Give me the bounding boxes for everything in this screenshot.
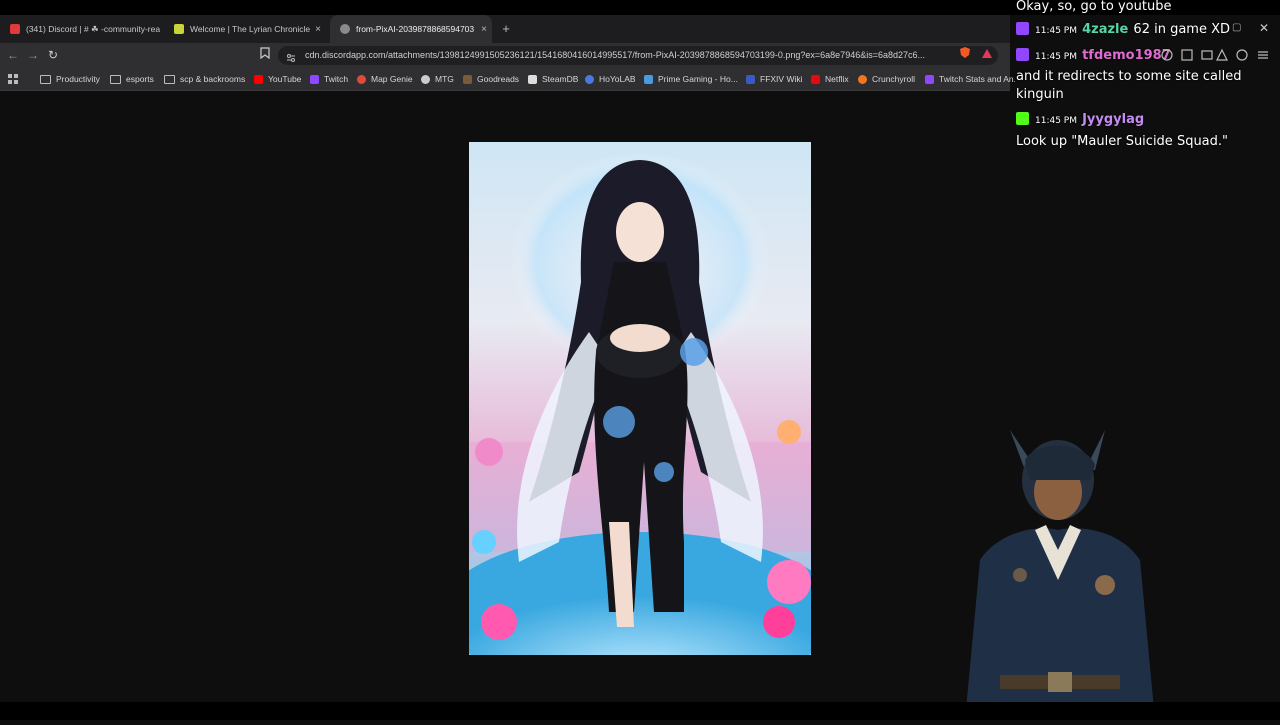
apps-grid-icon[interactable]: [8, 68, 19, 90]
chat-message: 11:45 PM tfdemo1987: [1016, 44, 1171, 63]
mtg-icon: [421, 74, 430, 84]
twitch-stats-icon: [925, 74, 934, 84]
tab-title: Welcome | The Lyrian Chronicle: [190, 24, 310, 34]
stream-chat-overlay: Okay, so, go to youtube 11:45 PM 4zazle …: [1010, 0, 1280, 160]
bookmark-label: Crunchyroll: [872, 74, 915, 84]
bookmark-steamdb[interactable]: SteamDB: [528, 68, 578, 90]
tab-pixai-image[interactable]: from-PixAI-2039878868594703 ×: [330, 15, 492, 43]
bookmark-label: Netflix: [825, 74, 849, 84]
bookmark-goodreads[interactable]: Goodreads: [463, 68, 519, 90]
twitch-icon: [1016, 22, 1029, 35]
chat-timestamp: 11:45 PM: [1035, 116, 1077, 126]
twitch-icon: [1016, 48, 1029, 61]
map-genie-icon: [357, 74, 366, 84]
tab-close-icon[interactable]: ×: [476, 24, 492, 35]
tab-lyrian-chronicle[interactable]: Welcome | The Lyrian Chronicle ×: [164, 15, 326, 43]
tab-title: from-PixAI-2039878868594703: [356, 24, 475, 34]
new-tab-button[interactable]: +: [498, 15, 514, 43]
steamdb-icon: [528, 74, 537, 84]
brave-rewards-icon[interactable]: [978, 46, 996, 64]
close-icon[interactable]: ✕: [1259, 21, 1269, 35]
tab-discord[interactable]: (341) Discord | # ☘ -community-rea: [0, 15, 160, 43]
bookmark-label: Twitch: [324, 74, 349, 84]
chat-message: 11:45 PM Jyygylag: [1016, 108, 1144, 127]
bookmark-folder-productivity[interactable]: Productivity: [40, 68, 100, 90]
chat-message-text: and it redirects to some site called kin…: [1016, 69, 1242, 102]
bookmark-ffxiv-wiki[interactable]: FFXIV Wiki: [746, 68, 803, 90]
bookmark-folder-esports[interactable]: esports: [110, 68, 154, 90]
chat-message: 11:45 PM 4zazle 62 in game XD: [1016, 18, 1230, 37]
ffxiv-icon: [746, 74, 755, 84]
chat-timestamp: 11:45 PM: [1035, 26, 1077, 36]
crunchyroll-icon: [858, 74, 867, 84]
bookmark-label: Twitch Stats and An...: [939, 74, 1015, 84]
chat-message-text: Look up "Mauler Suicide Squad.": [1016, 134, 1229, 149]
chat-username: 4zazle: [1082, 22, 1129, 37]
bookmark-label: Goodreads: [477, 74, 520, 84]
youtube-icon: [254, 74, 263, 84]
bookmarks-bar: Productivity esports scp & backrooms You…: [0, 68, 1015, 91]
prime-gaming-icon: [644, 74, 653, 84]
kick-icon: [1016, 112, 1029, 125]
chat-partial-message: Okay, so, go to youtube: [1016, 0, 1171, 14]
chat-timestamp: 11:45 PM: [1035, 52, 1077, 62]
lyrian-favicon-icon: [174, 24, 184, 34]
streamer-vtuber-avatar: [940, 420, 1180, 720]
url-text: cdn.discordapp.com/attachments/139812499…: [305, 50, 926, 60]
site-info-icon[interactable]: [286, 50, 296, 68]
bookmark-youtube[interactable]: YouTube: [254, 68, 301, 90]
anime-artwork-image[interactable]: [469, 142, 811, 655]
bookmark-prime-gaming[interactable]: Prime Gaming - Ho...: [644, 68, 738, 90]
chat-message-body: Look up "Mauler Suicide Squad.": [1016, 130, 1228, 149]
bookmark-label: YouTube: [268, 74, 302, 84]
bookmark-icon[interactable]: [256, 46, 274, 64]
bookmark-crunchyroll[interactable]: Crunchyroll: [858, 68, 915, 90]
bookmark-label: SteamDB: [542, 74, 579, 84]
tab-close-icon[interactable]: ×: [310, 24, 326, 35]
reload-button[interactable]: ↻: [44, 46, 62, 64]
forward-button[interactable]: →: [24, 46, 42, 64]
bookmark-label: Map Genie: [371, 74, 413, 84]
bookmark-label: HoYoLAB: [599, 74, 636, 84]
bookmark-folder-scp[interactable]: scp & backrooms: [164, 68, 245, 90]
address-bar[interactable]: cdn.discordapp.com/attachments/139812499…: [278, 46, 998, 65]
bottom-black-strip: [0, 702, 1280, 720]
browser-toolbar: ← → ↻ cdn.discordapp.com/attachments/139…: [0, 43, 1010, 68]
chat-message-text: Okay, so, go to youtube: [1016, 0, 1172, 14]
bookmark-map-genie[interactable]: Map Genie: [357, 68, 413, 90]
bookmark-label: esports: [126, 74, 154, 84]
browser-extension-icons: [1160, 48, 1270, 62]
tab-title: (341) Discord | # ☘ -community-rea: [26, 23, 160, 34]
folder-icon: [164, 74, 175, 84]
bookmark-netflix[interactable]: Netflix: [811, 68, 849, 90]
minimize-icon[interactable]: ▢: [1232, 22, 1241, 33]
goodreads-icon: [463, 74, 472, 84]
netflix-icon: [811, 74, 820, 84]
bookmark-twitch-stats[interactable]: Twitch Stats and An...: [925, 68, 1015, 90]
folder-icon: [110, 74, 121, 84]
chat-message-text: 62 in game XD: [1133, 22, 1231, 37]
chat-message-body: and it redirects to some site called kin…: [1016, 67, 1246, 103]
chat-username: tfdemo1987: [1082, 48, 1171, 63]
back-button[interactable]: ←: [4, 46, 22, 64]
extension-icons-icon[interactable]: [1160, 48, 1270, 62]
bookmark-label: MTG: [435, 74, 454, 84]
bookmark-mtg[interactable]: MTG: [421, 68, 454, 90]
bookmark-label: Prime Gaming - Ho...: [658, 74, 738, 84]
bookmark-label: FFXIV Wiki: [760, 74, 803, 84]
bookmark-hoyolab[interactable]: HoYoLAB: [585, 68, 636, 90]
hoyolab-icon: [585, 74, 594, 84]
twitch-icon: [310, 74, 319, 84]
chat-username: Jyygylag: [1082, 112, 1145, 127]
bookmark-twitch[interactable]: Twitch: [310, 68, 348, 90]
bookmark-label: scp & backrooms: [180, 74, 246, 84]
folder-icon: [40, 74, 51, 84]
globe-favicon-icon: [340, 24, 350, 34]
discord-favicon-icon: [10, 24, 20, 34]
bookmark-label: Productivity: [56, 74, 100, 84]
brave-shield-icon[interactable]: [956, 46, 974, 64]
